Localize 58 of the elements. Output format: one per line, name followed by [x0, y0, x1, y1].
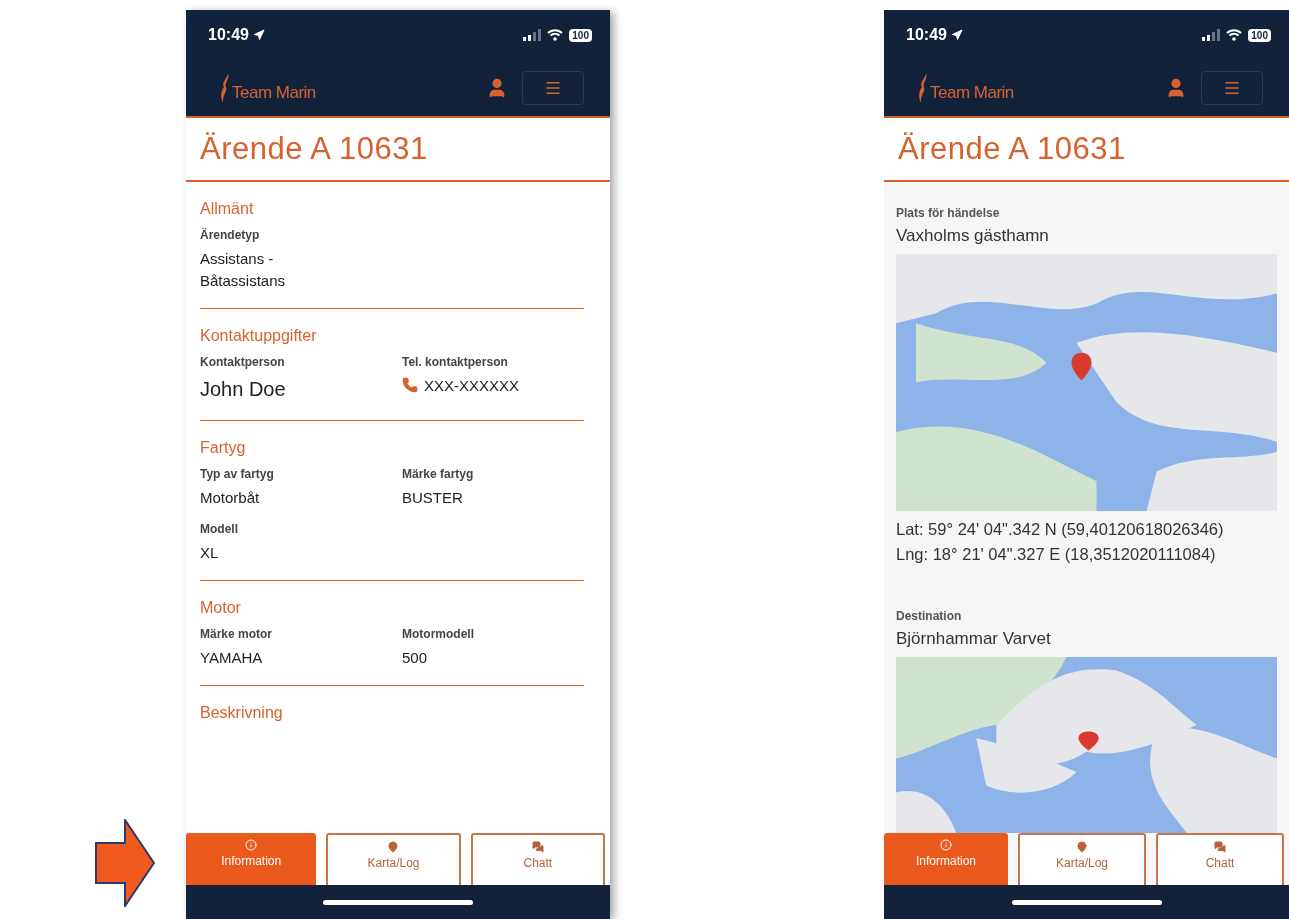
section-heading: Allmänt — [200, 200, 255, 218]
field-label: Märke motor — [200, 627, 274, 641]
map-pin-icon — [1076, 841, 1088, 853]
location-icon — [950, 29, 963, 41]
field-value: XL — [200, 543, 220, 564]
field-label: Modell — [200, 522, 239, 537]
logo-text: Team Marin — [930, 83, 1014, 103]
info-icon — [940, 839, 952, 851]
menu-icon — [544, 79, 562, 97]
field-value: Assistans - Båtassistans — [200, 249, 287, 291]
page-title: Ärende A 10631 — [200, 131, 428, 167]
section-heading: Beskrivning — [200, 703, 284, 722]
chat-icon — [1214, 841, 1226, 853]
nav-tab[interactable]: Chatt — [470, 833, 605, 885]
field-label: Destination — [896, 609, 963, 623]
place-name: Vaxholms gästhamn — [896, 226, 1050, 246]
nav-tab[interactable]: Information — [186, 833, 317, 885]
field-value: John Doe — [200, 376, 287, 402]
field-value: BUSTER — [402, 487, 464, 508]
field-label: Tel. kontaktperson — [402, 354, 509, 369]
coordinate-text: Lng: 18° 21' 04".327 E (18,3512020111084) — [896, 544, 1217, 565]
field-value: 500 — [402, 648, 429, 668]
nav-tab[interactable]: Karta/Log — [1018, 833, 1146, 885]
field-label: Plats för händelse — [896, 206, 1001, 220]
nav-tab[interactable]: Chatt — [1156, 833, 1284, 885]
field-label: Typ av fartyg — [200, 466, 275, 481]
menu-button[interactable] — [1201, 71, 1263, 105]
nav-tab[interactable]: Karta/Log — [326, 833, 461, 885]
menu-button[interactable] — [522, 71, 584, 105]
nav-tab[interactable]: Information — [884, 833, 1008, 885]
field-label: Ärendetyp — [200, 228, 261, 242]
field-label: Motormodell — [402, 627, 475, 641]
signal-icon — [1202, 29, 1221, 41]
page-title: Ärende A 10631 — [898, 131, 1126, 167]
battery-level: 100 — [1248, 28, 1271, 42]
menu-icon — [1223, 79, 1241, 97]
battery-level: 100 — [569, 28, 592, 42]
location-icon — [252, 29, 265, 41]
status-time: 10:49 — [208, 26, 265, 44]
field-label: Kontaktperson — [200, 354, 286, 369]
field-label: Märke fartyg — [402, 466, 475, 481]
wifi-icon — [547, 29, 564, 41]
phone-number[interactable]: XXX-XXXXXX — [424, 374, 520, 397]
chat-icon — [531, 841, 544, 853]
info-icon — [245, 839, 258, 851]
field-value: Motorbåt — [200, 487, 261, 508]
section-heading: Kontaktuppgifter — [200, 326, 318, 345]
signal-icon — [523, 29, 542, 41]
section-heading: Fartyg — [200, 438, 247, 457]
field-value: YAMAHA — [200, 648, 264, 668]
logo-text: Team Marin — [232, 83, 316, 103]
section-heading: Motor — [200, 599, 242, 617]
map-pin-icon — [387, 841, 400, 853]
wifi-icon — [1226, 29, 1243, 41]
status-time: 10:49 — [906, 26, 963, 44]
coordinate-text: Lat: 59° 24' 04".342 N (59,40120618026346) — [896, 519, 1225, 540]
phone-icon — [402, 377, 418, 394]
place-name: Björnhammar Varvet — [896, 629, 1052, 649]
